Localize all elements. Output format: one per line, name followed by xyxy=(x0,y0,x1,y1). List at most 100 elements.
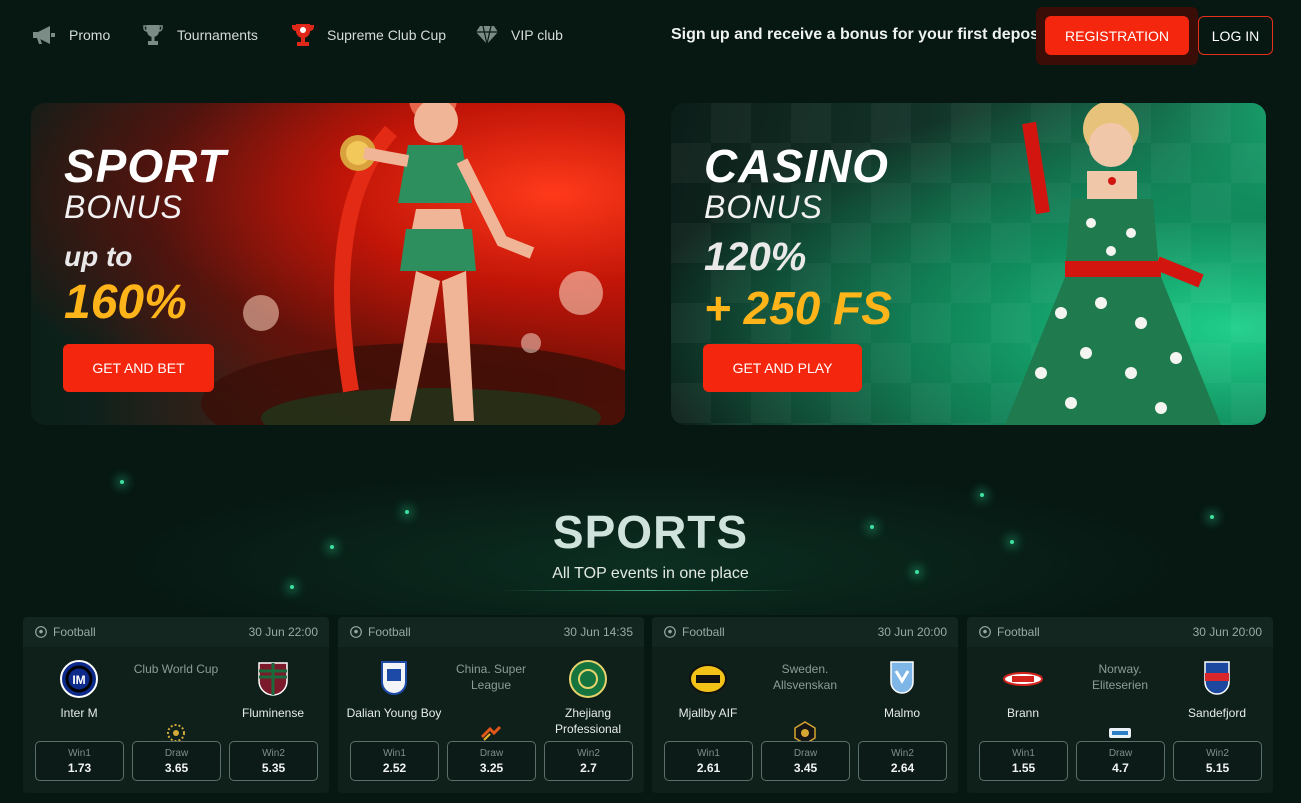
nav-item-tournaments[interactable]: Tournaments xyxy=(141,22,258,48)
odd-win1-button[interactable]: Win1 1.73 xyxy=(35,741,124,781)
away-team: Zhejiang Professional xyxy=(538,659,638,737)
odds-row: Win1 1.55 Draw 4.7 Win2 5.15 xyxy=(979,741,1262,781)
odd-draw-button[interactable]: Draw 4.7 xyxy=(1076,741,1165,781)
league-name: China. Super League xyxy=(455,662,527,692)
sport-woman-image xyxy=(334,103,535,421)
odd-draw-button[interactable]: Draw 3.65 xyxy=(132,741,221,781)
odd-label: Win2 xyxy=(891,747,914,759)
casino-bonus-banner[interactable]: CASINO BONUS 120% + 250 FS GET AND PLAY xyxy=(671,103,1266,425)
fluminense-logo-icon xyxy=(258,662,288,696)
home-team-name: Inter M xyxy=(60,706,98,720)
odd-win2-button[interactable]: Win2 5.35 xyxy=(229,741,318,781)
odd-win1-button[interactable]: Win1 2.52 xyxy=(350,741,439,781)
odds-row: Win1 2.52 Draw 3.25 Win2 2.7 xyxy=(350,741,633,781)
event-sport: Football xyxy=(682,625,725,639)
nav-label: Supreme Club Cup xyxy=(327,27,447,43)
odd-value: 5.35 xyxy=(261,760,286,775)
home-team-name: Mjallby AIF xyxy=(678,706,738,720)
banner-offer-value: 160% xyxy=(64,276,187,329)
sports-section-subtitle: All TOP events in one place xyxy=(552,565,749,582)
banner-offer-prefix: up to xyxy=(64,241,133,272)
banner-offer-percent: 120% xyxy=(704,235,807,279)
registration-button[interactable]: REGISTRATION xyxy=(1045,16,1189,55)
odd-value: 2.61 xyxy=(696,760,721,775)
away-team-name: Malmo xyxy=(883,706,920,720)
league-name: Norway. Eliteserien xyxy=(1091,662,1149,692)
home-team-name: Brann xyxy=(1006,706,1040,720)
banner-title: SPORT xyxy=(64,140,227,192)
divider xyxy=(500,590,800,591)
event-card[interactable]: Football 30 Jun 14:35 Dalian Young Boy C… xyxy=(338,617,644,793)
odd-win2-button[interactable]: Win2 2.64 xyxy=(858,741,947,781)
odd-label: Win1 xyxy=(697,747,720,759)
odd-value: 3.45 xyxy=(793,760,818,775)
odd-win1-button[interactable]: Win1 1.55 xyxy=(979,741,1068,781)
odd-value: 3.25 xyxy=(479,760,504,775)
home-team: IM Inter M xyxy=(29,659,129,721)
odd-value: 2.7 xyxy=(580,760,597,775)
odd-value: 1.73 xyxy=(67,760,92,775)
odd-label: Draw xyxy=(164,747,189,759)
casino-woman-image xyxy=(1005,103,1221,425)
nav-item-vip-club[interactable]: VIP club xyxy=(475,22,563,48)
event-card[interactable]: Football 30 Jun 20:00 Mjallby AIF Sweden… xyxy=(652,617,958,793)
get-and-bet-button[interactable]: GET AND BET xyxy=(63,344,214,392)
home-team: Mjallby AIF xyxy=(658,659,758,721)
away-team: Fluminense xyxy=(223,659,323,721)
odd-draw-button[interactable]: Draw 3.45 xyxy=(761,741,850,781)
banner-subtitle: BONUS xyxy=(704,189,823,225)
event-datetime: 30 Jun 22:00 xyxy=(248,625,318,639)
league-name: Sweden. Allsvenskan xyxy=(772,662,838,692)
odd-win1-button[interactable]: Win1 2.61 xyxy=(664,741,753,781)
trophy-icon xyxy=(143,25,163,45)
nav-item-supreme-club-cup[interactable]: Supreme Club Cup xyxy=(291,22,446,48)
brann-logo-icon xyxy=(1003,672,1043,686)
odd-label: Win2 xyxy=(577,747,600,759)
odd-value: 2.52 xyxy=(382,760,407,775)
nav-label: Promo xyxy=(69,27,111,43)
odd-value: 4.7 xyxy=(1112,760,1129,775)
home-team-name: Dalian Young Boy xyxy=(346,706,442,720)
event-datetime: 30 Jun 20:00 xyxy=(877,625,947,639)
odd-win2-button[interactable]: Win2 2.7 xyxy=(544,741,633,781)
diamond-icon xyxy=(476,25,498,45)
odd-label: Win2 xyxy=(262,747,285,759)
banner-offer-free-spins: + 250 FS xyxy=(704,282,892,334)
odd-value: 1.55 xyxy=(1011,760,1036,775)
away-team-name: Fluminense xyxy=(241,706,305,720)
event-card-header: Football 30 Jun 20:00 xyxy=(652,617,958,647)
megaphone-icon xyxy=(33,26,55,44)
odd-label: Draw xyxy=(793,747,818,759)
nav-item-promo[interactable]: Promo xyxy=(31,22,110,48)
event-card[interactable]: Football 30 Jun 22:00 IM Inter M Club Wo… xyxy=(23,617,329,793)
odd-label: Draw xyxy=(1108,747,1133,759)
odd-win2-button[interactable]: Win2 5.15 xyxy=(1173,741,1262,781)
away-team: Malmo xyxy=(852,659,952,721)
football-icon xyxy=(664,626,676,638)
banner-subtitle: BONUS xyxy=(64,189,183,225)
home-team: Brann xyxy=(973,659,1073,721)
football-icon xyxy=(979,626,991,638)
home-team: Dalian Young Boy xyxy=(344,659,444,721)
football-icon xyxy=(350,626,362,638)
get-and-play-button[interactable]: GET AND PLAY xyxy=(703,344,862,392)
banner-title: CASINO xyxy=(704,140,889,192)
league-name: Club World Cup xyxy=(133,662,219,676)
away-team-name: Sandefjord xyxy=(1187,706,1247,720)
odd-label: Draw xyxy=(479,747,504,759)
away-team: Sandefjord xyxy=(1167,659,1267,721)
svg-text:IM: IM xyxy=(72,673,85,687)
football-icon xyxy=(35,626,47,638)
event-card-header: Football 30 Jun 20:00 xyxy=(967,617,1273,647)
event-card-header: Football 30 Jun 22:00 xyxy=(23,617,329,647)
odd-draw-button[interactable]: Draw 3.25 xyxy=(447,741,536,781)
sport-bonus-banner[interactable]: SPORT BONUS up to 160% GET AND BET xyxy=(31,103,625,425)
event-sport: Football xyxy=(997,625,1040,639)
odds-row: Win1 1.73 Draw 3.65 Win2 5.35 xyxy=(35,741,318,781)
odd-label: Win2 xyxy=(1206,747,1229,759)
login-button[interactable]: LOG IN xyxy=(1198,16,1273,55)
sandefjord-logo-icon xyxy=(1204,661,1230,695)
event-datetime: 30 Jun 20:00 xyxy=(1192,625,1262,639)
sports-section-title: SPORTS xyxy=(552,506,749,558)
event-card[interactable]: Football 30 Jun 20:00 Brann Norway. Elit… xyxy=(967,617,1273,793)
